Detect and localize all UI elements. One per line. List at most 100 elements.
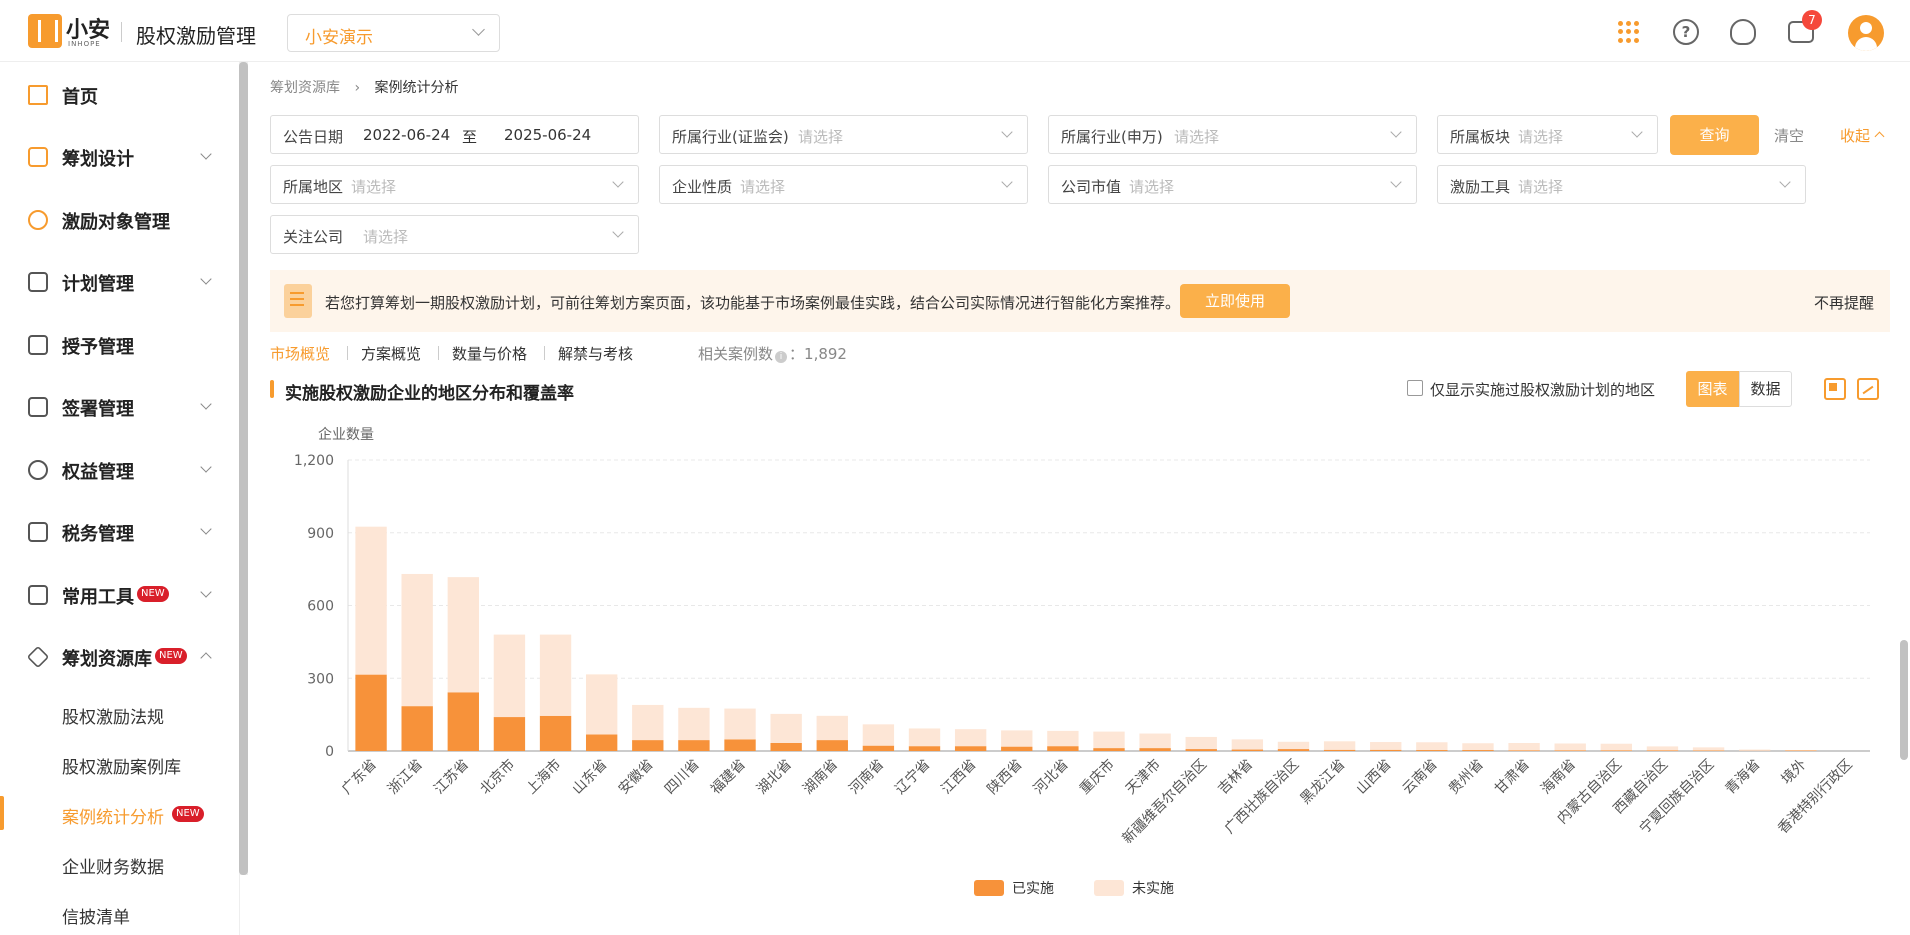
sidebar-item-grant-management[interactable]: 授予管理 [0, 320, 240, 370]
industry-csrc-label: 所属行业(证监会) [672, 128, 789, 146]
help-icon[interactable]: ? [1673, 19, 1699, 45]
bar-not-implemented [539, 634, 572, 716]
sidebar-item-label: 筹划设计 [62, 149, 134, 170]
new-badge: NEW [155, 648, 187, 664]
sidebar-scrollbar-thumb[interactable] [239, 62, 248, 875]
breadcrumb-parent[interactable]: 筹划资源库 [270, 80, 340, 96]
sidebar-item-label: 税务管理 [62, 524, 134, 545]
bar-not-implemented [355, 526, 387, 675]
date-range-filter[interactable]: 公告日期 2022-06-24 至 2025-06-24 [270, 115, 639, 154]
bar-not-implemented [1739, 749, 1771, 751]
sidebar-item-incentive-targets[interactable]: 激励对象管理 [0, 195, 240, 245]
export-image-icon[interactable] [1857, 378, 1879, 400]
region-placeholder: 请选择 [351, 178, 397, 196]
bar-not-implemented [1277, 741, 1310, 750]
region-filter[interactable]: 所属地区 请选择 [270, 165, 639, 204]
y-tick-label: 600 [307, 599, 334, 615]
bar-implemented [539, 715, 572, 751]
date-to-input[interactable]: 2025-06-24 [504, 126, 591, 144]
customer-service-icon[interactable] [1730, 19, 1756, 45]
new-badge: NEW [137, 586, 169, 602]
sidebar-item-label: 首页 [62, 87, 98, 108]
sidebar-item-sign-management[interactable]: 签署管理 [0, 382, 240, 432]
sidebar-item-equity-management[interactable]: 权益管理 [0, 445, 240, 495]
x-tick-label: 境外 [1779, 757, 1810, 788]
company-select[interactable]: 小安演示 [287, 14, 500, 52]
chevron-down-icon [1779, 176, 1791, 188]
document-icon [284, 284, 312, 318]
industry-csrc-filter[interactable]: 所属行业(证监会) 请选择 [659, 115, 1028, 154]
incentive-tool-filter[interactable]: 激励工具 请选择 [1437, 165, 1806, 204]
sidebar-subitem-case-statistics[interactable]: 案例统计分析 NEW [0, 788, 240, 838]
sidebar-item-common-tools[interactable]: 常用工具 NEW [0, 570, 240, 620]
bar-not-implemented [1692, 747, 1725, 751]
chart-view-toggle[interactable]: 图表 [1686, 371, 1739, 407]
sidebar-scrollbar[interactable] [239, 62, 248, 875]
tab-divider [438, 346, 439, 360]
tab-quantity-price[interactable]: 数量与价格 [452, 343, 527, 364]
dismiss-tip-button[interactable]: 不再提醒 [1814, 292, 1874, 313]
bar-not-implemented [1323, 741, 1356, 750]
logo-icon[interactable] [28, 14, 62, 48]
tab-unlock-assessment[interactable]: 解禁与考核 [558, 343, 633, 364]
date-from-input[interactable]: 2022-06-24 [363, 126, 450, 144]
bar-implemented [493, 717, 526, 751]
x-tick-label: 浙江省 [385, 757, 426, 798]
sidebar-subitem-regulations[interactable]: 股权激励法规 [0, 688, 240, 738]
sidebar-item-plan-management[interactable]: 计划管理 [0, 257, 240, 307]
sidebar-item-home[interactable]: 首页 [0, 70, 240, 120]
use-now-button[interactable]: 立即使用 [1180, 284, 1290, 318]
collapse-button[interactable]: 收起 [1840, 125, 1885, 146]
market-value-filter[interactable]: 公司市值 请选择 [1048, 165, 1417, 204]
followed-company-filter[interactable]: 关注公司 请选择 [270, 215, 639, 254]
nature-filter[interactable]: 企业性质 请选择 [659, 165, 1028, 204]
clear-button[interactable]: 清空 [1774, 125, 1804, 146]
bar-implemented [1093, 748, 1125, 751]
x-tick-label: 河北省 [1031, 757, 1072, 798]
x-tick-label: 黑龙江省 [1298, 757, 1349, 808]
sidebar-item-label: 签署管理 [62, 399, 134, 420]
export-excel-icon[interactable] [1824, 378, 1846, 400]
y-axis-label: 企业数量 [318, 426, 374, 443]
chevron-down-icon [1631, 126, 1643, 138]
industry-sw-filter[interactable]: 所属行业(申万) 请选择 [1048, 115, 1417, 154]
chevron-right-icon: › [354, 80, 361, 96]
bar-not-implemented [1508, 742, 1540, 751]
sidebar-item-resource-library[interactable]: 筹划资源库 NEW [0, 632, 240, 682]
grant-icon [28, 335, 48, 355]
sidebar-subitem-case-library[interactable]: 股权激励案例库 [0, 738, 240, 788]
sidebar-item-tax-management[interactable]: 税务管理 [0, 507, 240, 557]
app-title: 股权激励管理 [136, 24, 256, 48]
bar-not-implemented [770, 713, 802, 743]
bar-implemented [1001, 746, 1033, 751]
implemented-regions-label[interactable]: 仅显示实施过股权激励计划的地区 [1430, 379, 1655, 400]
bar-not-implemented [1139, 733, 1171, 749]
main-scrollbar-thumb[interactable] [1900, 640, 1908, 760]
y-tick-label: 1,200 [294, 453, 334, 469]
bar-not-implemented [493, 634, 526, 718]
data-view-toggle[interactable]: 数据 [1739, 371, 1792, 407]
info-icon[interactable]: i [775, 351, 788, 363]
sidebar-item-planning-design[interactable]: 筹划设计 [0, 132, 240, 182]
apps-grid-icon[interactable] [1616, 19, 1642, 45]
bar-implemented [1554, 750, 1586, 751]
bar-implemented [1370, 749, 1402, 751]
sidebar-subitem-financial-data[interactable]: 企业财务数据 [0, 838, 240, 888]
board-filter[interactable]: 所属板块 请选择 [1437, 115, 1658, 154]
tip-banner: 若您打算筹划一期股权激励计划，可前往筹划方案页面，该功能基于市场案例最佳实践，结… [270, 270, 1890, 332]
tab-plan-overview[interactable]: 方案概览 [361, 343, 421, 364]
bar-not-implemented [954, 729, 987, 747]
tab-market-overview[interactable]: 市场概览 [270, 343, 330, 364]
user-avatar[interactable] [1848, 15, 1884, 51]
logo-subtitle: INHOPE [68, 40, 101, 48]
case-count-label: 相关案例数 [698, 345, 774, 363]
sidebar-subitem-disclosure-list[interactable]: 信披清单 [0, 888, 240, 935]
company-select-value: 小安演示 [305, 28, 373, 48]
main-scrollbar[interactable] [1897, 370, 1910, 935]
layers-icon [26, 645, 50, 669]
sidebar-item-label: 计划管理 [62, 274, 134, 295]
sidebar-item-label: 激励对象管理 [62, 212, 170, 233]
x-tick-label: 湖北省 [754, 757, 795, 798]
query-button[interactable]: 查询 [1670, 115, 1759, 155]
implemented-regions-checkbox[interactable] [1407, 380, 1423, 396]
